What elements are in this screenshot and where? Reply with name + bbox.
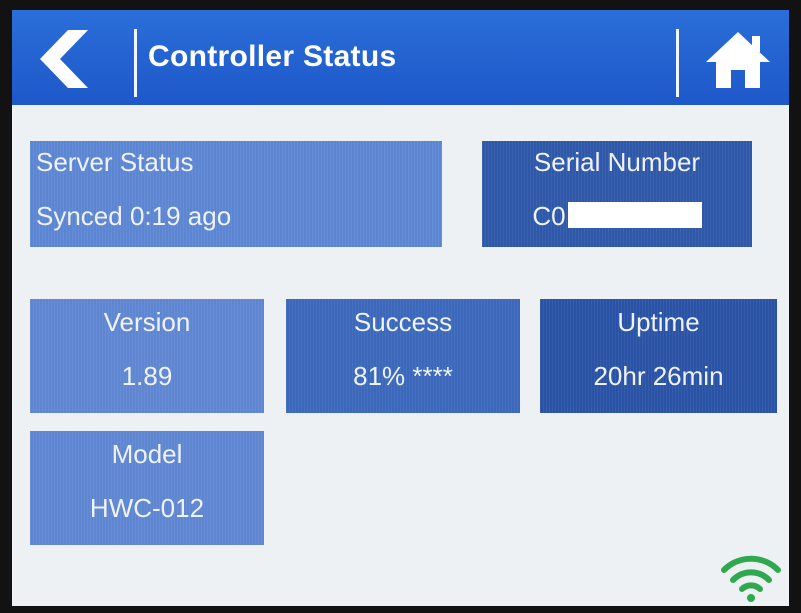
uptime-value: 20hr 26min: [593, 361, 724, 391]
serial-number-prefix: C0: [532, 201, 566, 231]
serial-number-redaction: [567, 202, 702, 228]
server-status-value: Synced 0:19 ago: [36, 201, 232, 231]
version-tile[interactable]: Version 1.89: [30, 299, 264, 413]
header-bar: Controller Status: [12, 10, 789, 105]
wifi-icon: [720, 550, 782, 606]
success-value: 81% ****: [353, 361, 453, 391]
uptime-tile[interactable]: Uptime 20hr 26min: [540, 299, 777, 413]
version-value: 1.89: [121, 361, 173, 391]
page-title: Controller Status: [148, 40, 397, 73]
header-divider-left: [134, 29, 137, 97]
chevron-left-icon: [40, 30, 88, 88]
serial-number-label: Serial Number: [533, 147, 701, 177]
controller-status-screen: Controller Status Server Status Synced 0…: [12, 10, 789, 606]
serial-number-tile[interactable]: Serial Number C0: [482, 141, 752, 247]
model-label: Model: [111, 439, 183, 469]
success-tile[interactable]: Success 81% ****: [286, 299, 520, 413]
success-label: Success: [353, 307, 453, 337]
serial-number-value: C0: [482, 201, 752, 232]
model-tile[interactable]: Model HWC-012: [30, 431, 264, 545]
header-divider-right: [676, 29, 679, 97]
server-status-tile[interactable]: Server Status Synced 0:19 ago: [30, 141, 442, 247]
back-button[interactable]: [12, 10, 130, 105]
home-icon: [706, 32, 770, 88]
server-status-label: Server Status: [36, 147, 194, 177]
home-button[interactable]: [686, 10, 789, 105]
model-value: HWC-012: [89, 493, 205, 523]
uptime-label: Uptime: [617, 307, 700, 337]
version-label: Version: [103, 307, 191, 337]
